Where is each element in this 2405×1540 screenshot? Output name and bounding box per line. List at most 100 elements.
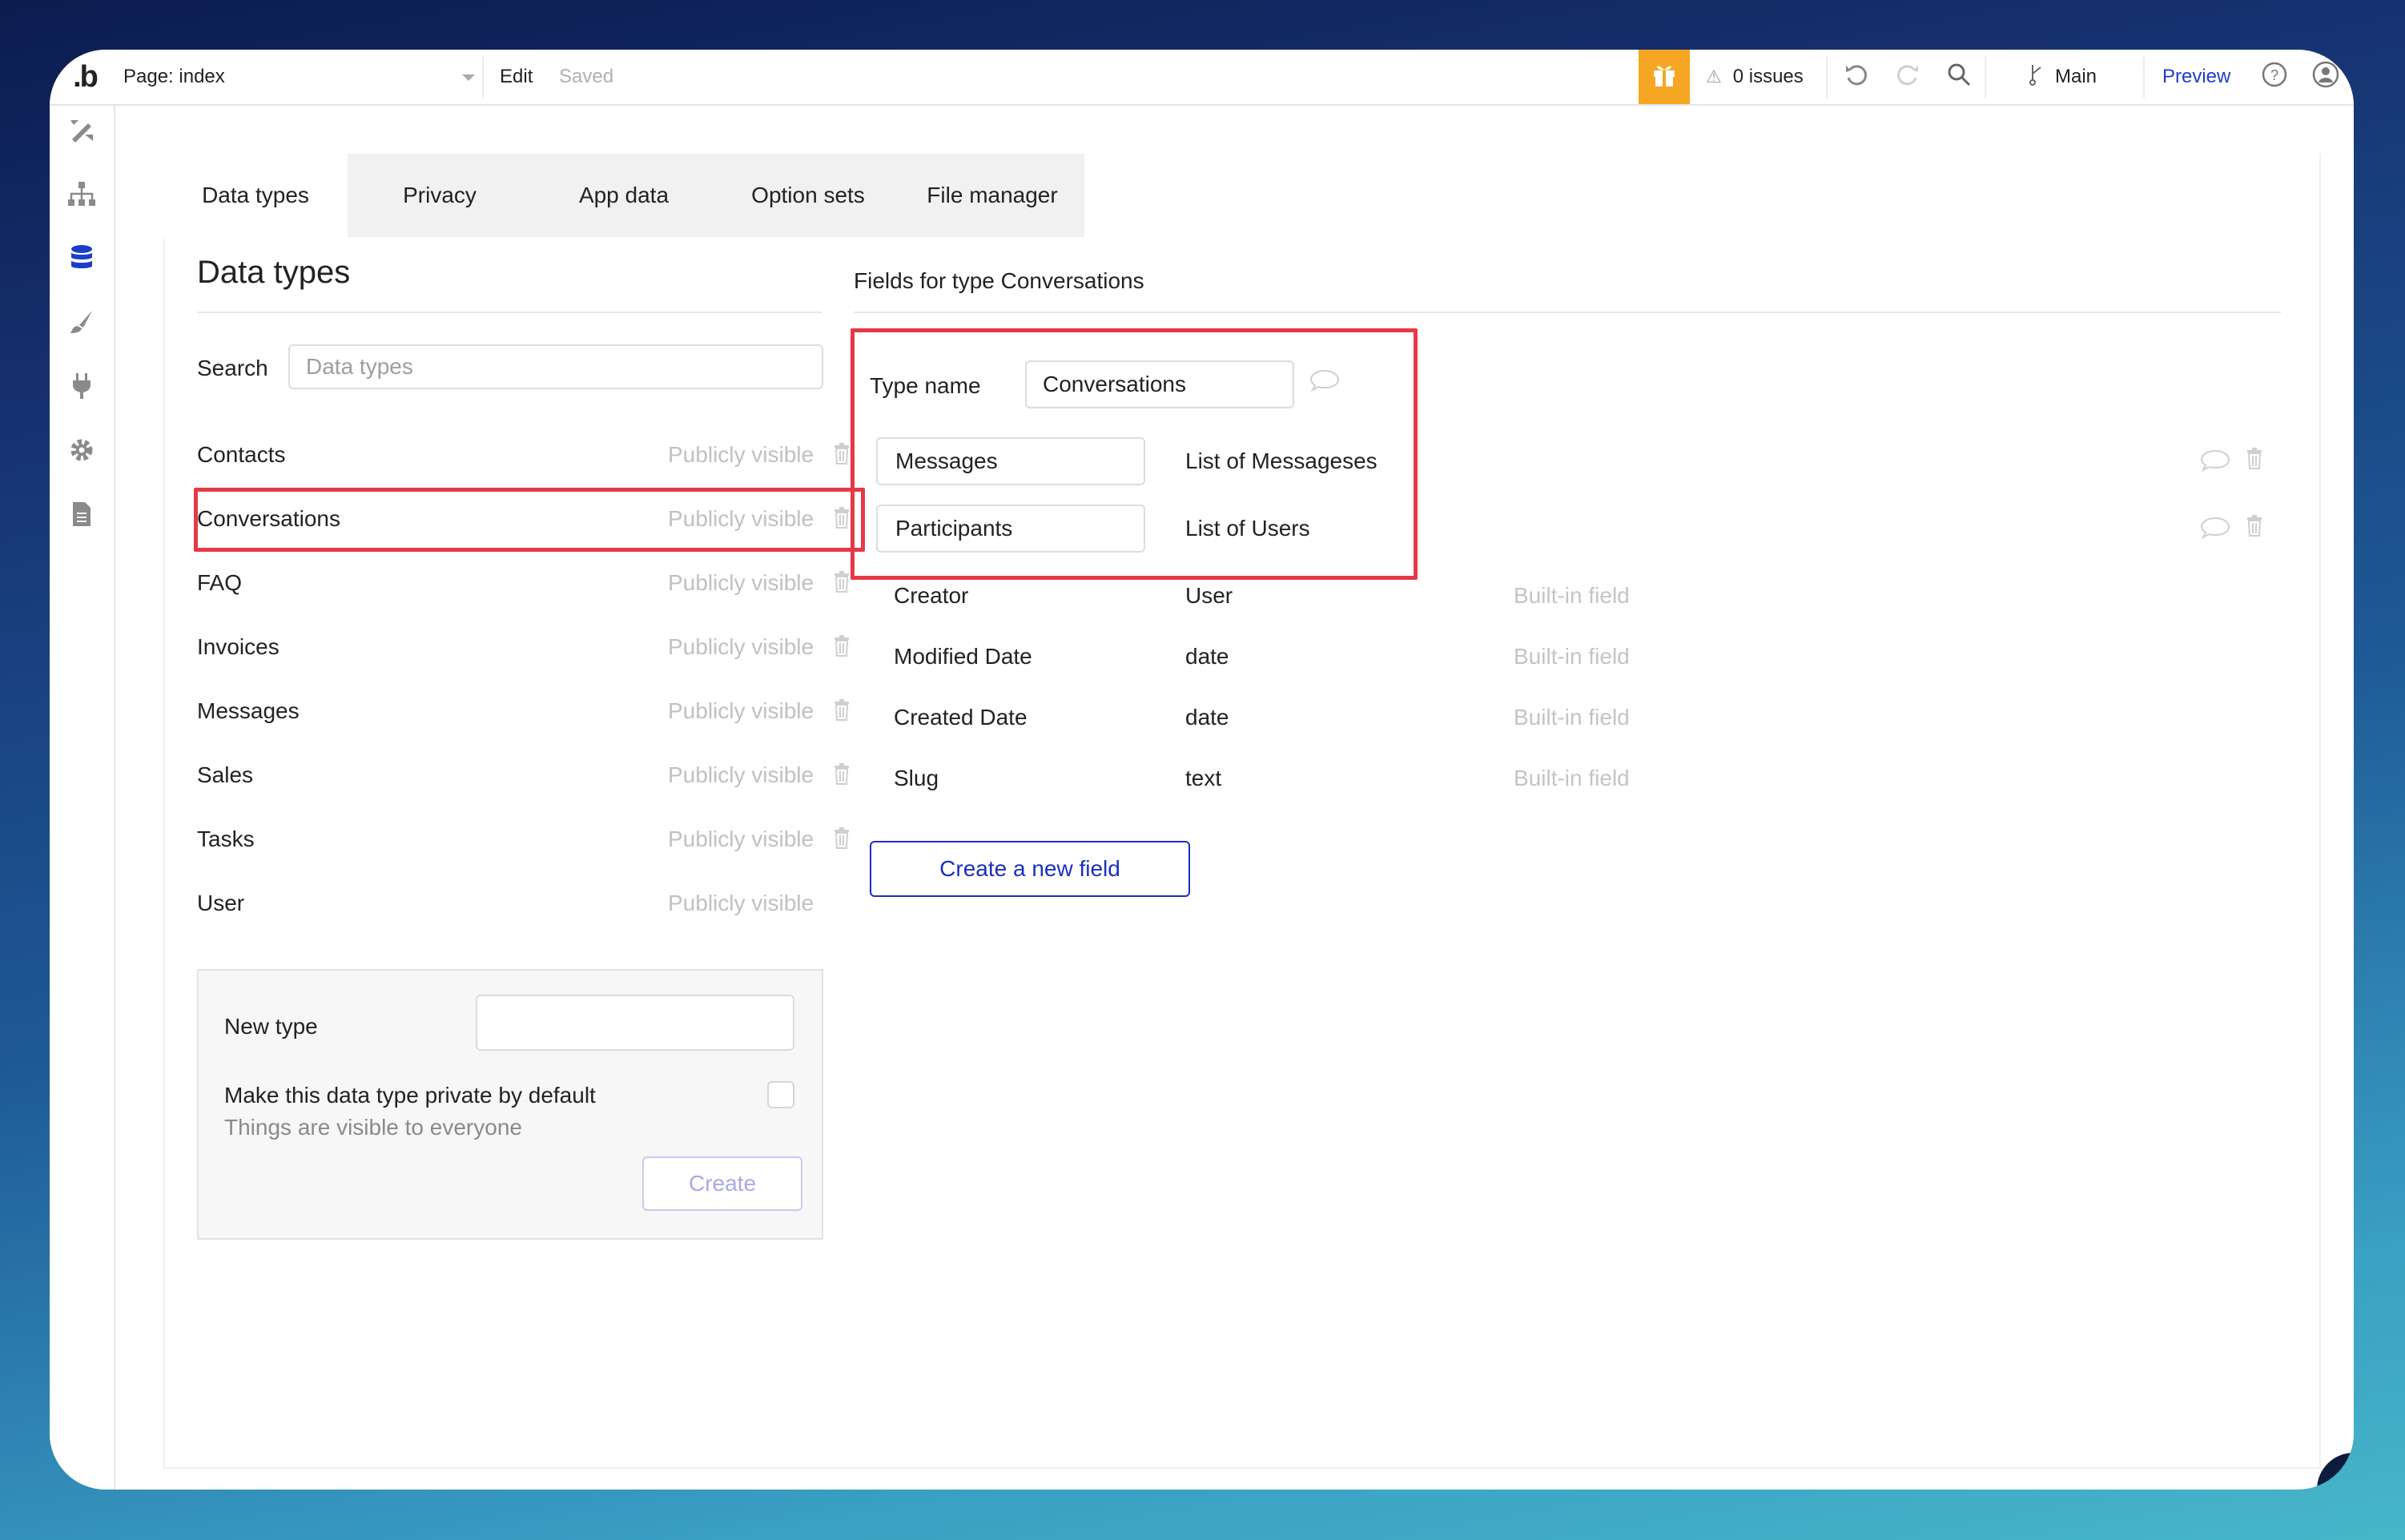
tab-app-data[interactable]: App data: [532, 154, 716, 237]
data-type-name: User: [197, 891, 245, 915]
trash-icon[interactable]: [833, 698, 851, 726]
undo-icon: [1844, 62, 1869, 93]
data-type-row[interactable]: Conversations Publicly visible: [197, 489, 862, 553]
settings-icon[interactable]: [64, 432, 99, 468]
tab-data-types[interactable]: Data types: [163, 154, 348, 237]
left-sidebar: [50, 106, 115, 1490]
warning-icon: ⚠: [1706, 66, 1722, 86]
chat-widget-button[interactable]: [2317, 1453, 2354, 1490]
fields-title: Fields for type Conversations: [854, 268, 1144, 293]
comment-icon[interactable]: [2199, 448, 2231, 478]
top-bar: .b Page: index Edit Saved ⚠ 0 issues Mai…: [50, 50, 2354, 106]
visibility-label: Publicly visible: [668, 762, 814, 787]
gift-icon: [1651, 61, 1678, 94]
builtin-label: Built-in field: [1514, 644, 1630, 669]
field-type: List of Messageses: [1185, 448, 1377, 473]
visibility-label: Publicly visible: [668, 891, 814, 915]
data-type-row[interactable]: Sales Publicly visible: [197, 745, 862, 809]
logs-icon[interactable]: [64, 497, 99, 532]
branch-label: Main: [2055, 66, 2097, 87]
create-new-field-button[interactable]: Create a new field: [870, 841, 1190, 897]
redo-button[interactable]: [1890, 50, 1925, 104]
data-tabs: Data types Privacy App data Option sets …: [163, 154, 1084, 237]
data-type-name: Conversations: [197, 506, 340, 531]
visibility-label: Publicly visible: [668, 506, 814, 531]
private-by-default-checkbox[interactable]: [767, 1081, 794, 1108]
workflow-icon[interactable]: [64, 176, 99, 211]
field-type: List of Users: [1185, 516, 1310, 541]
data-type-name: Tasks: [197, 826, 255, 851]
data-types-title: Data types: [197, 255, 351, 290]
user-avatar-icon: [2312, 61, 2339, 94]
new-type-label: New type: [224, 1014, 318, 1039]
bubble-logo[interactable]: .b: [61, 50, 109, 104]
visibility-label: Publicly visible: [668, 570, 814, 595]
data-type-row[interactable]: FAQ Publicly visible: [197, 553, 862, 617]
trash-icon[interactable]: [833, 634, 851, 662]
new-type-form: New type Make this data type private by …: [197, 969, 823, 1240]
data-type-name: Invoices: [197, 634, 280, 659]
field-name: Created Date: [894, 705, 1028, 730]
trash-icon[interactable]: [833, 826, 851, 854]
comment-icon[interactable]: [2199, 516, 2231, 545]
field-type: text: [1185, 766, 1222, 790]
trash-icon[interactable]: [2246, 514, 2263, 542]
data-icon[interactable]: [64, 240, 99, 275]
design-icon[interactable]: [64, 112, 99, 147]
plugins-icon[interactable]: [64, 368, 99, 404]
data-type-name: Messages: [197, 698, 300, 723]
data-type-row[interactable]: Messages Publicly visible: [197, 681, 862, 745]
data-type-row[interactable]: User Publicly visible: [197, 873, 862, 937]
trash-icon[interactable]: [833, 762, 851, 790]
field-type: User: [1185, 583, 1233, 608]
tab-file-manager[interactable]: File manager: [900, 154, 1084, 237]
redo-icon: [1895, 62, 1920, 93]
divider: [854, 312, 2281, 313]
page-selector-label: Page: index: [123, 66, 225, 87]
svg-text:?: ?: [2270, 67, 2278, 83]
field-name: Modified Date: [894, 644, 1032, 669]
field-name-input[interactable]: Messages: [876, 437, 1145, 485]
trash-icon[interactable]: [833, 442, 851, 470]
search-button[interactable]: [1941, 50, 1977, 104]
type-name-input[interactable]: Conversations: [1025, 360, 1294, 408]
trash-icon[interactable]: [833, 506, 851, 534]
styles-icon[interactable]: [64, 304, 99, 340]
data-type-name: Contacts: [197, 442, 286, 467]
help-button[interactable]: ?: [2257, 50, 2292, 104]
data-type-row[interactable]: Invoices Publicly visible: [197, 617, 862, 681]
field-name-input[interactable]: Participants: [876, 505, 1145, 553]
new-type-input[interactable]: [476, 995, 794, 1051]
tab-option-sets[interactable]: Option sets: [716, 154, 900, 237]
search-icon: [1946, 62, 1972, 93]
gift-button[interactable]: [1639, 50, 1690, 104]
divider: [482, 56, 484, 98]
tab-privacy[interactable]: Privacy: [348, 154, 532, 237]
app-window: .b Page: index Edit Saved ⚠ 0 issues Mai…: [50, 50, 2354, 1490]
data-type-row[interactable]: Tasks Publicly visible: [197, 809, 862, 873]
private-help-text: Things are visible to everyone: [224, 1115, 522, 1140]
account-button[interactable]: [2308, 50, 2343, 104]
page-selector[interactable]: Page: index: [123, 50, 476, 104]
visibility-label: Publicly visible: [668, 442, 814, 467]
builtin-label: Built-in field: [1514, 766, 1630, 790]
field-name: Slug: [894, 766, 939, 790]
divider: [1985, 56, 1986, 98]
issues-indicator[interactable]: ⚠ 0 issues: [1706, 50, 1804, 104]
data-type-name: FAQ: [197, 570, 243, 595]
create-type-button[interactable]: Create: [642, 1156, 802, 1211]
search-input[interactable]: [288, 344, 823, 389]
undo-button[interactable]: [1839, 50, 1874, 104]
builtin-field-row: Creator User Built-in field: [894, 583, 1855, 623]
branch-selector[interactable]: Main: [2028, 50, 2097, 104]
comment-icon[interactable]: [1309, 368, 1341, 396]
visibility-label: Publicly visible: [668, 698, 814, 723]
trash-icon[interactable]: [833, 570, 851, 598]
data-type-row[interactable]: Contacts Publicly visible: [197, 424, 862, 489]
field-row: Participants List of Users: [870, 505, 2311, 561]
trash-icon[interactable]: [2246, 447, 2263, 475]
builtin-field-row: Slug text Built-in field: [894, 766, 1855, 806]
preview-link[interactable]: Preview: [2162, 50, 2230, 104]
field-name: Creator: [894, 583, 969, 608]
edit-menu[interactable]: Edit: [500, 50, 533, 104]
